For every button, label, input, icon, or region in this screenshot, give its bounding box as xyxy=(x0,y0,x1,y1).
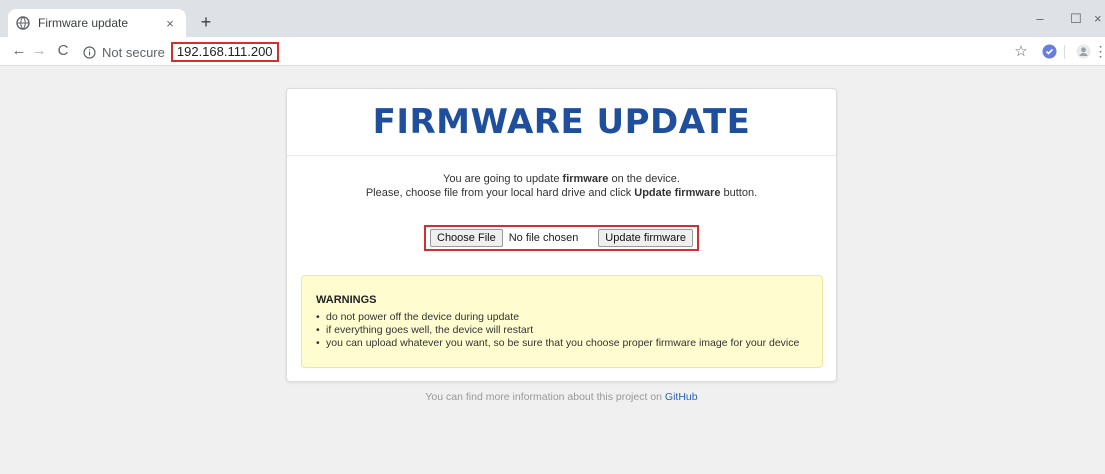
choose-file-button[interactable]: Choose File xyxy=(430,229,503,247)
warnings-box: WARNINGS do not power off the device dur… xyxy=(301,275,823,368)
back-arrow-icon[interactable]: ← xyxy=(8,40,30,62)
warning-item: you can upload whatever you want, so be … xyxy=(316,337,808,350)
browser-toolbar: ← → C Not secure 192.168.111.200 ☆ ⋮ xyxy=(0,37,1105,66)
security-label: Not secure xyxy=(102,44,165,60)
profile-avatar-icon[interactable] xyxy=(1072,40,1094,62)
footer-text: You can find more information about this… xyxy=(286,391,837,403)
intro-line-2-start: Please, choose file from your local hard… xyxy=(365,187,635,199)
reload-icon[interactable]: C xyxy=(52,40,74,62)
github-link[interactable]: GitHub xyxy=(665,391,698,403)
window-close-icon[interactable]: × xyxy=(1094,0,1105,37)
intro-line-1-start: You are going to update xyxy=(443,173,563,185)
menu-icon[interactable]: ⋮ xyxy=(1094,40,1105,62)
tab-title: Firmware update xyxy=(38,16,129,30)
info-icon[interactable] xyxy=(82,45,96,59)
maximize-icon[interactable]: ☐ xyxy=(1058,0,1094,37)
intro-line-2: Please, choose file from your local hard… xyxy=(287,186,836,200)
bookmark-star-icon[interactable]: ☆ xyxy=(1010,40,1032,62)
browser-tab[interactable]: Firmware update × xyxy=(8,9,186,37)
warnings-list: do not power off the device during updat… xyxy=(316,311,808,350)
extension-icon[interactable] xyxy=(1038,40,1060,62)
intro-line-1-end: on the device. xyxy=(608,173,680,185)
address-bar[interactable]: Not secure 192.168.111.200 xyxy=(82,41,1002,63)
toolbar-divider xyxy=(1064,45,1065,59)
page-title: FIRMWARE UPDATE xyxy=(372,102,751,142)
intro-line-2-bold: Update firmware xyxy=(634,187,721,199)
intro-text: You are going to update firmware on the … xyxy=(287,172,836,200)
file-status: No file chosen xyxy=(508,232,579,244)
footer-label: You can find more information about this… xyxy=(425,391,665,403)
warnings-title: WARNINGS xyxy=(316,294,377,306)
intro-line-2-end: button. xyxy=(720,187,758,199)
intro-line-1-bold: firmware xyxy=(562,173,609,185)
minimize-icon[interactable]: – xyxy=(1022,0,1058,37)
new-tab-button[interactable]: + xyxy=(194,10,218,34)
tab-strip: Firmware update × + – ☐ × xyxy=(0,0,1105,37)
update-firmware-button[interactable]: Update firmware xyxy=(598,229,693,247)
card-header: FIRMWARE UPDATE xyxy=(287,89,836,156)
forward-arrow-icon[interactable]: → xyxy=(28,40,50,62)
firmware-update-card: FIRMWARE UPDATE You are going to update … xyxy=(286,88,837,382)
intro-line-1: You are going to update firmware on the … xyxy=(287,172,836,186)
tab-close-icon[interactable]: × xyxy=(162,16,178,31)
warning-item: do not power off the device during updat… xyxy=(316,311,808,324)
globe-icon xyxy=(16,16,30,30)
url-text[interactable]: 192.168.111.200 xyxy=(170,42,279,62)
upload-form: Choose File No file chosen Update firmwa… xyxy=(424,225,699,251)
warning-item: if everything goes well, the device will… xyxy=(316,324,808,337)
